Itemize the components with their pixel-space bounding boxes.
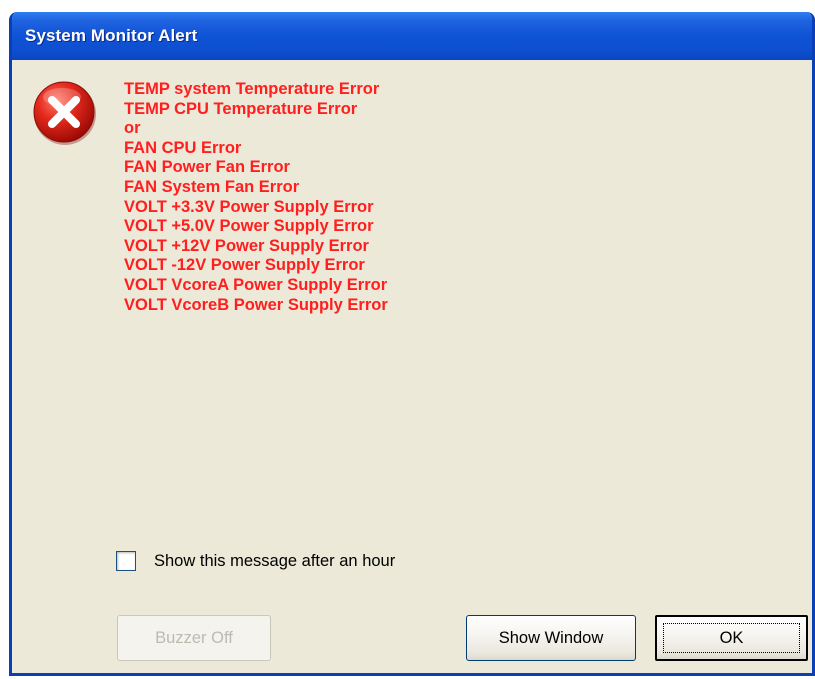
error-message: VOLT +5.0V Power Supply Error — [124, 217, 374, 236]
error-message-list: TEMP system Temperature Error TEMP CPU T… — [124, 80, 388, 315]
error-message: VOLT VcoreA Power Supply Error — [124, 275, 388, 294]
window-title: System Monitor Alert — [25, 26, 198, 45]
show-later-checkbox[interactable] — [116, 551, 136, 571]
show-later-option: Show this message after an hour — [116, 551, 395, 571]
title-bar[interactable]: System Monitor Alert — [12, 12, 812, 60]
error-message: FAN CPU Error — [124, 138, 242, 157]
show-window-button[interactable]: Show Window — [466, 615, 636, 661]
error-message: VOLT +3.3V Power Supply Error — [124, 197, 374, 216]
show-later-label[interactable]: Show this message after an hour — [154, 552, 395, 571]
error-message: FAN System Fan Error — [124, 177, 300, 196]
alert-dialog: System Monitor Alert TEMP system Tempera… — [9, 12, 815, 676]
error-message: TEMP system Temperature Error — [124, 80, 380, 98]
error-message: TEMP CPU Temperature Error — [124, 99, 358, 118]
error-message: FAN Power Fan Error — [124, 158, 290, 177]
error-message: VOLT -12V Power Supply Error — [124, 256, 365, 275]
ok-button-label: OK — [719, 628, 744, 647]
error-message: or — [124, 119, 141, 138]
error-message: VOLT VcoreB Power Supply Error — [124, 295, 388, 314]
error-icon — [33, 81, 96, 145]
ok-button[interactable]: OK — [655, 615, 808, 661]
buzzer-off-button[interactable]: Buzzer Off — [117, 615, 271, 661]
error-message: VOLT +12V Power Supply Error — [124, 236, 369, 255]
